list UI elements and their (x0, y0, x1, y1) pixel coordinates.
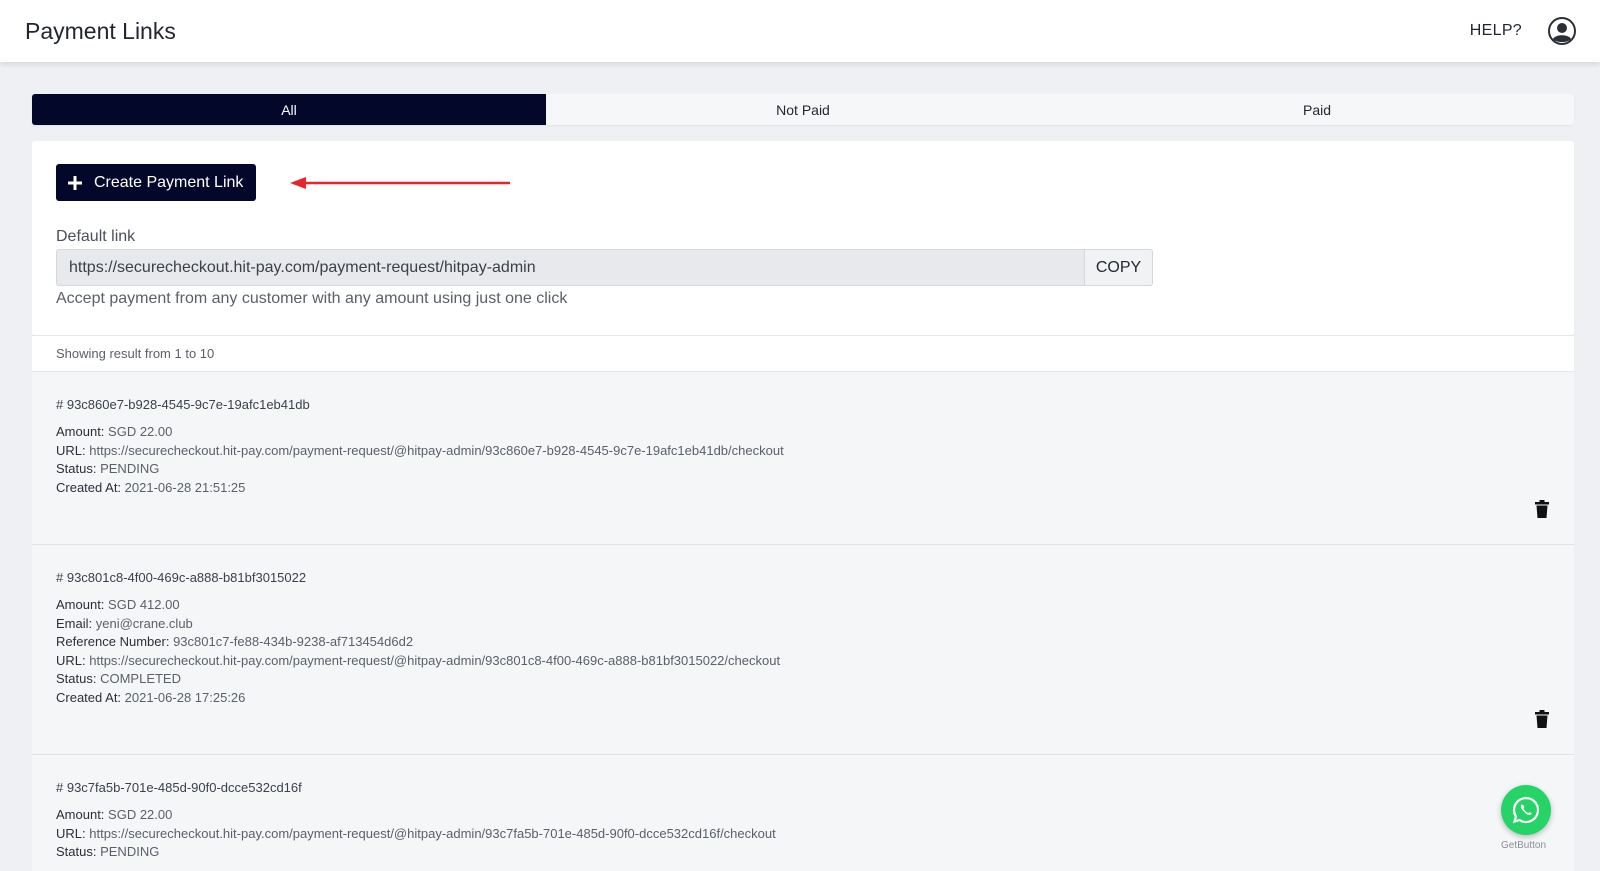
amount-field: Amount: SGD 22.00 (56, 806, 1550, 825)
top-right-actions: HELP? (1470, 17, 1576, 45)
plus-icon (68, 175, 82, 190)
results-summary: Showing result from 1 to 10 (32, 335, 1574, 372)
status-label: Status: (56, 461, 97, 477)
url-value: https://securecheckout.hit-pay.com/payme… (89, 442, 784, 458)
annotation-arrow (290, 177, 510, 189)
url-field: URL: https://securecheckout.hit-pay.com/… (56, 442, 1550, 461)
whatsapp-chat-button[interactable] (1501, 785, 1551, 835)
top-bar: Payment Links HELP? (0, 0, 1600, 62)
default-link-label: Default link (56, 228, 136, 245)
help-link[interactable]: HELP? (1470, 22, 1522, 40)
trash-icon[interactable] (1534, 500, 1550, 518)
default-link-field[interactable] (56, 249, 1084, 286)
payment-item: # 93c7fa5b-701e-485d-90f0-dcce532cd16f A… (32, 755, 1574, 871)
amount-label: Amount: (56, 424, 105, 439)
created-value: 2021-06-28 21:51:25 (124, 479, 246, 495)
getbutton-caption: GetButton (1501, 840, 1547, 851)
status-field: Status: COMPLETED (56, 670, 1550, 689)
url-value: https://securecheckout.hit-pay.com/payme… (89, 652, 781, 668)
amount-value: SGD 22.00 (108, 424, 173, 439)
whatsapp-icon (1512, 796, 1540, 824)
tab-paid[interactable]: Paid (1060, 94, 1574, 125)
default-link-help-text: Accept payment from any customer with an… (56, 290, 568, 307)
url-label: URL: (56, 652, 86, 668)
tab-not-paid[interactable]: Not Paid (546, 94, 1060, 125)
payment-item: # 93c860e7-b928-4545-9c7e-19afc1eb41db A… (32, 372, 1574, 545)
trash-icon[interactable] (1534, 710, 1550, 728)
amount-field: Amount: SGD 22.00 (56, 423, 1550, 442)
payment-item: # 93c801c8-4f00-469c-a888-b81bf3015022 A… (32, 545, 1574, 755)
status-field: Status: PENDING (56, 843, 1550, 862)
email-label: Email: (56, 615, 93, 631)
reference-label: Reference Number: (56, 634, 170, 650)
default-link-group: COPY (56, 249, 1153, 286)
status-value: PENDING (100, 461, 160, 477)
status-label: Status: (56, 671, 97, 687)
create-payment-link-button[interactable]: Create Payment Link (56, 164, 257, 201)
url-label: URL: (56, 825, 86, 841)
status-field: Status: PENDING (56, 460, 1550, 479)
reference-value: 93c801c7-fe88-434b-9238-af713454d6d2 (173, 634, 414, 650)
url-value: https://securecheckout.hit-pay.com/payme… (89, 825, 776, 841)
amount-value: SGD 412.00 (108, 597, 180, 612)
payment-id: # 93c7fa5b-701e-485d-90f0-dcce532cd16f (56, 780, 302, 795)
amount-label: Amount: (56, 807, 105, 822)
reference-field: Reference Number: 93c801c7-fe88-434b-923… (56, 633, 1550, 652)
email-value: yeni@crane.club (95, 615, 193, 631)
status-label: Status: (56, 844, 97, 860)
status-value: PENDING (100, 844, 160, 860)
created-value: 2021-06-28 17:25:26 (124, 689, 246, 705)
main-content: All Not Paid Paid Create Payment Link De… (32, 94, 1574, 871)
payment-id: # 93c860e7-b928-4545-9c7e-19afc1eb41db (56, 397, 310, 412)
url-field: URL: https://securecheckout.hit-pay.com/… (56, 825, 1550, 844)
status-value: COMPLETED (100, 671, 181, 687)
amount-label: Amount: (56, 597, 105, 612)
url-label: URL: (56, 442, 86, 458)
url-field: URL: https://securecheckout.hit-pay.com/… (56, 652, 1550, 671)
status-tabs: All Not Paid Paid (32, 94, 1574, 125)
email-field: Email: yeni@crane.club (56, 615, 1550, 634)
created-field: Created At: 2021-06-28 17:25:26 (56, 689, 1550, 708)
created-label: Created At: (56, 689, 122, 705)
amount-value: SGD 22.00 (108, 807, 173, 822)
amount-field: Amount: SGD 412.00 (56, 596, 1550, 615)
payment-links-card: Create Payment Link Default link COPY Ac… (32, 141, 1574, 335)
created-field: Created At: 2021-06-28 21:51:25 (56, 479, 1550, 498)
copy-button[interactable]: COPY (1084, 249, 1153, 286)
payment-id: # 93c801c8-4f00-469c-a888-b81bf3015022 (56, 570, 307, 585)
user-avatar-icon[interactable] (1548, 17, 1576, 45)
created-label: Created At: (56, 479, 122, 495)
page-title: Payment Links (25, 17, 176, 44)
tab-all[interactable]: All (32, 94, 546, 125)
create-button-label: Create Payment Link (94, 173, 244, 191)
